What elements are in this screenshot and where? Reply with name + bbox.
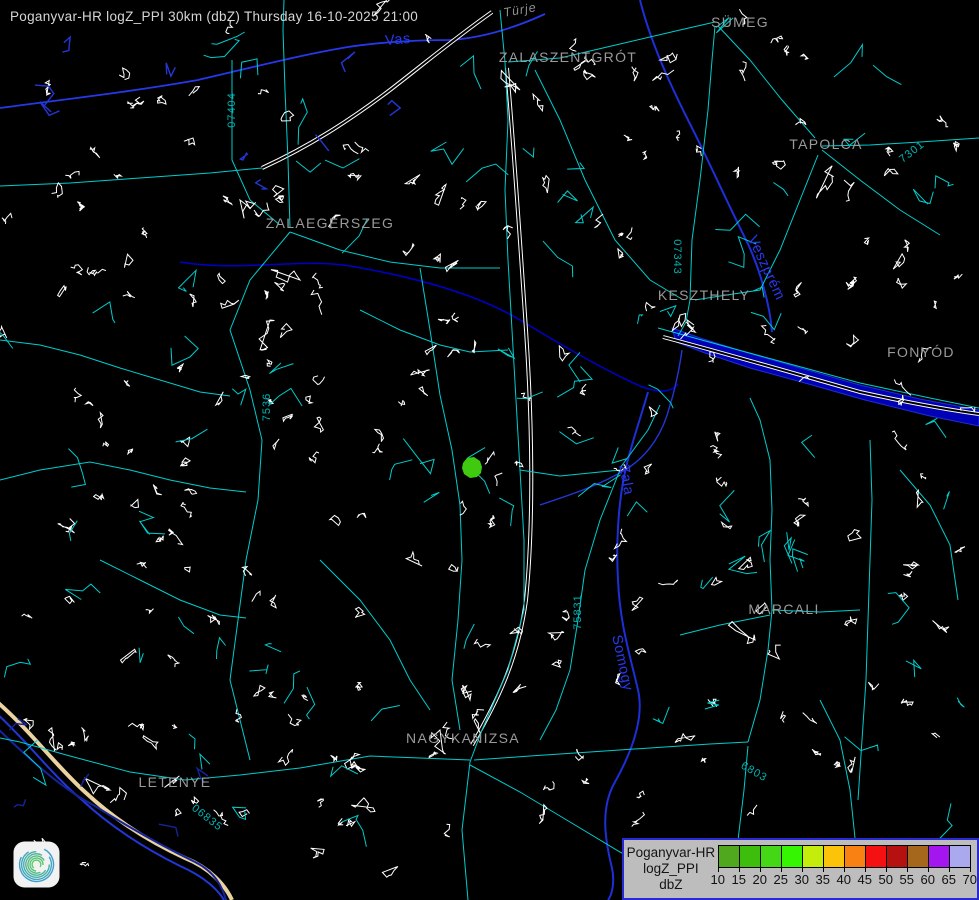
legend-tick-label: 45: [854, 872, 876, 887]
legend-color-cell: [823, 845, 845, 868]
radar-screen: Poganyvar-HR logZ_PPI 30km (dbZ) Thursda…: [0, 0, 979, 900]
legend-tick-label: 60: [917, 872, 939, 887]
road-network: [0, 0, 979, 900]
legend-tick-label: 55: [896, 872, 918, 887]
legend-color-cell: [907, 845, 929, 868]
legend-tick-label: 30: [791, 872, 813, 887]
legend-tick-label: 35: [812, 872, 834, 887]
river-and-boundary-lines: [0, 0, 772, 900]
weather-spiral-logo: [13, 841, 60, 888]
legend-color-cells: [718, 845, 971, 868]
legend-color-cell: [802, 845, 824, 868]
legend-tick-label: 65: [938, 872, 960, 887]
legend-colorbar: 10152025303540455055606570: [718, 845, 977, 898]
legend-tick-label: 70: [959, 872, 979, 887]
legend-color-cell: [739, 845, 761, 868]
legend-tick-label: 10: [707, 872, 729, 887]
logo-background: [14, 842, 60, 888]
legend-caption: Poganyvar-HR logZ_PPI dbZ: [624, 840, 718, 898]
legend-unit: dbZ: [624, 877, 718, 893]
legend-product-name: logZ_PPI: [624, 861, 718, 877]
legend-color-cell: [949, 845, 971, 868]
radar-map: [0, 0, 979, 900]
legend-color-cell: [718, 845, 740, 868]
legend-color-cell: [781, 845, 803, 868]
legend-color-cell: [886, 845, 908, 868]
legend-color-cell: [760, 845, 782, 868]
legend-color-cell: [844, 845, 866, 868]
railway-lines: [262, 12, 979, 745]
legend-color-cell: [865, 845, 887, 868]
legend-tick-label: 20: [749, 872, 771, 887]
legend-tick-label: 50: [875, 872, 897, 887]
radar-title: Poganyvar-HR logZ_PPI 30km (dbZ) Thursda…: [10, 9, 418, 24]
village-outline-decorations: [0, 0, 975, 877]
legend-panel: Poganyvar-HR logZ_PPI dbZ 10152025303540…: [622, 838, 979, 900]
legend-tick-label: 25: [770, 872, 792, 887]
legend-tick-label: 40: [833, 872, 855, 887]
lake-balaton: [672, 328, 979, 426]
radar-echo: [462, 457, 482, 478]
legend-tick-label: 15: [728, 872, 750, 887]
legend-radar-name: Poganyvar-HR: [624, 845, 718, 861]
legend-color-cell: [928, 845, 950, 868]
